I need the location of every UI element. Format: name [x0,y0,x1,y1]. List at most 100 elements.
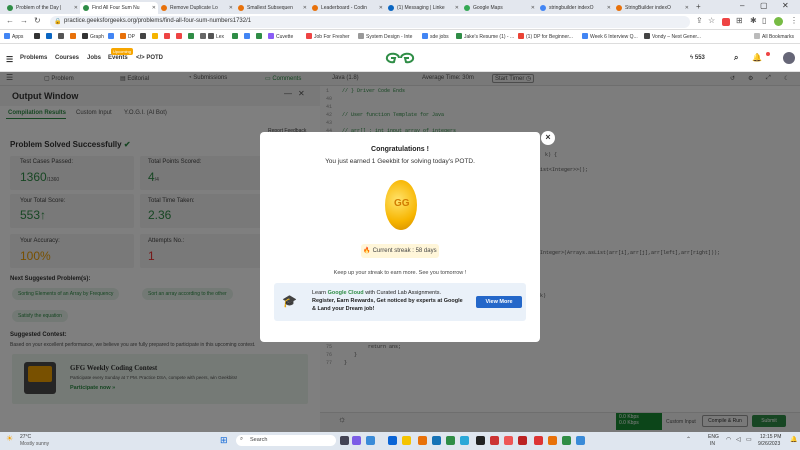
close-window-icon[interactable]: ✕ [782,1,789,10]
acrobat-icon[interactable] [518,436,527,445]
vlc-icon[interactable] [418,436,427,445]
extensions-puzzle-icon[interactable]: ✱ [750,16,757,25]
app-icon[interactable] [490,436,499,445]
taskbar-search[interactable]: ⌕ Search [236,435,336,446]
bookmark-item[interactable]: Jake's Resume (1) - ... [456,33,514,40]
bookmark-icon[interactable] [58,33,66,40]
bookmark-icon[interactable] [200,33,208,40]
bookmark-item[interactable]: sde jobs [422,33,449,40]
nav-events[interactable]: Events [108,55,128,61]
edge-icon[interactable] [388,436,397,445]
chrome-icon[interactable] [366,436,375,445]
bookmark-item[interactable]: DP [120,33,135,40]
app-icon[interactable] [476,436,485,445]
close-tab-icon[interactable]: ✕ [152,5,156,11]
close-tab-icon[interactable]: ✕ [685,5,689,11]
task-view-icon[interactable] [340,436,349,445]
nav-courses[interactable]: Courses [55,55,79,61]
bookmark-item[interactable]: Week 6 Interview Q... [582,33,638,40]
bookmark-item[interactable]: Lex [208,33,224,40]
bookmark-icon[interactable] [232,33,240,40]
chrome-icon[interactable] [576,436,585,445]
bookmark-icon[interactable] [188,33,196,40]
vscode-icon[interactable] [432,436,441,445]
bookmark-icon[interactable] [108,33,116,40]
extension-icon[interactable] [722,18,730,26]
reload-icon[interactable]: ↻ [34,16,41,25]
bookmark-icon[interactable] [140,33,148,40]
windows-start-icon[interactable]: ⊞ [220,435,228,446]
gfg-logo[interactable] [385,51,415,65]
browser-tab[interactable]: Smallest Subsequen ✕ [235,2,309,14]
bookmark-icon[interactable] [256,33,264,40]
bookmark-icon[interactable] [176,33,184,40]
nav-jobs[interactable]: Jobs [87,55,101,61]
close-tab-icon[interactable]: ✕ [74,5,78,11]
bookmark-icon[interactable] [164,33,172,40]
profile-avatar[interactable] [774,17,783,26]
bookmark-item[interactable]: Cuvette [268,33,293,40]
teams-icon[interactable] [352,436,361,445]
app-icon[interactable] [548,436,557,445]
language-indicator[interactable]: ENG [708,434,719,440]
notification-icon[interactable]: 🔔 [752,53,762,62]
bookmark-star-icon[interactable]: ☆ [708,16,715,25]
browser-tab[interactable]: (1) Messaging | Linke ✕ [385,2,461,14]
battery-icon[interactable]: ▭ [746,436,752,443]
bookmark-item[interactable]: Apps [4,33,23,40]
sidepanel-icon[interactable]: ▯ [762,16,766,25]
view-more-button[interactable]: View More [476,296,522,308]
app-icon[interactable] [534,436,543,445]
xbox-icon[interactable] [446,436,455,445]
close-modal-button[interactable]: × [541,131,555,145]
weather-icon[interactable]: ☀ [6,434,13,443]
bookmark-icon[interactable] [244,33,252,40]
nav-potd[interactable]: </> POTD [136,55,163,61]
bookmark-icon[interactable] [70,33,78,40]
bookmark-item[interactable]: Graph [82,33,104,40]
wifi-icon[interactable]: ◠ [726,436,731,443]
extension-icon[interactable]: ⊞ [736,16,743,25]
browser-tab[interactable]: StringBuilder indexO ✕ [613,2,691,14]
bookmark-item[interactable]: Job For Fresher [306,33,350,40]
app-icon[interactable] [460,436,469,445]
browser-tab[interactable]: Remove Duplicate Lo ✕ [158,2,235,14]
share-icon[interactable]: ⇪ [696,16,703,25]
close-tab-icon[interactable]: ✕ [229,5,233,11]
file-explorer-icon[interactable] [402,436,411,445]
bookmark-icon[interactable] [34,33,42,40]
app-icon[interactable] [562,436,571,445]
browser-menu-icon[interactable]: ⋮ [790,16,798,25]
notifications-icon[interactable]: 🔔 [790,436,797,443]
close-tab-icon[interactable]: ✕ [607,5,611,11]
tray-chevron-icon[interactable]: ⌃ [686,436,691,443]
browser-tab-active[interactable]: Find All Four Sum Nu ✕ [80,2,158,14]
bookmark-icon[interactable] [46,33,54,40]
maximize-icon[interactable]: ▢ [760,1,768,10]
clock-time[interactable]: 12:15 PM [760,434,781,440]
browser-tab[interactable]: Google Maps ✕ [461,2,537,14]
new-tab-button[interactable]: + [696,2,701,11]
minimize-icon[interactable]: – [740,1,744,10]
close-tab-icon[interactable]: ✕ [531,5,535,11]
bookmark-item[interactable]: System Design - Inte [358,33,412,40]
hamburger-icon[interactable]: ☰ [6,55,13,64]
back-icon[interactable]: ← [6,16,14,25]
close-tab-icon[interactable]: ✕ [379,5,383,11]
browser-tab[interactable]: Leaderboard - Codin ✕ [309,2,385,14]
streak-counter[interactable]: ϟ 553 [690,55,705,61]
url-input[interactable]: 🔒 practice.geeksforgeeks.org/problems/fin… [50,16,690,28]
volume-icon[interactable]: ◁ [736,436,741,443]
nav-problems[interactable]: Problems [20,55,47,61]
browser-tab[interactable]: stringbuilder indexO ✕ [537,2,613,14]
bookmark-icon[interactable] [152,33,160,40]
bookmark-item[interactable]: (1) DP for Beginner... [518,33,573,40]
user-avatar[interactable] [783,52,795,64]
bookmark-item[interactable]: Vondy – Next Gener... [644,33,701,40]
close-tab-icon[interactable]: ✕ [303,5,307,11]
search-icon[interactable]: ⌕ [734,53,738,63]
browser-tab[interactable]: Problem of the Day | ✕ [4,2,80,14]
all-bookmarks[interactable]: All Bookmarks [754,33,794,40]
app-icon[interactable] [504,436,513,445]
forward-icon[interactable]: → [20,16,28,25]
